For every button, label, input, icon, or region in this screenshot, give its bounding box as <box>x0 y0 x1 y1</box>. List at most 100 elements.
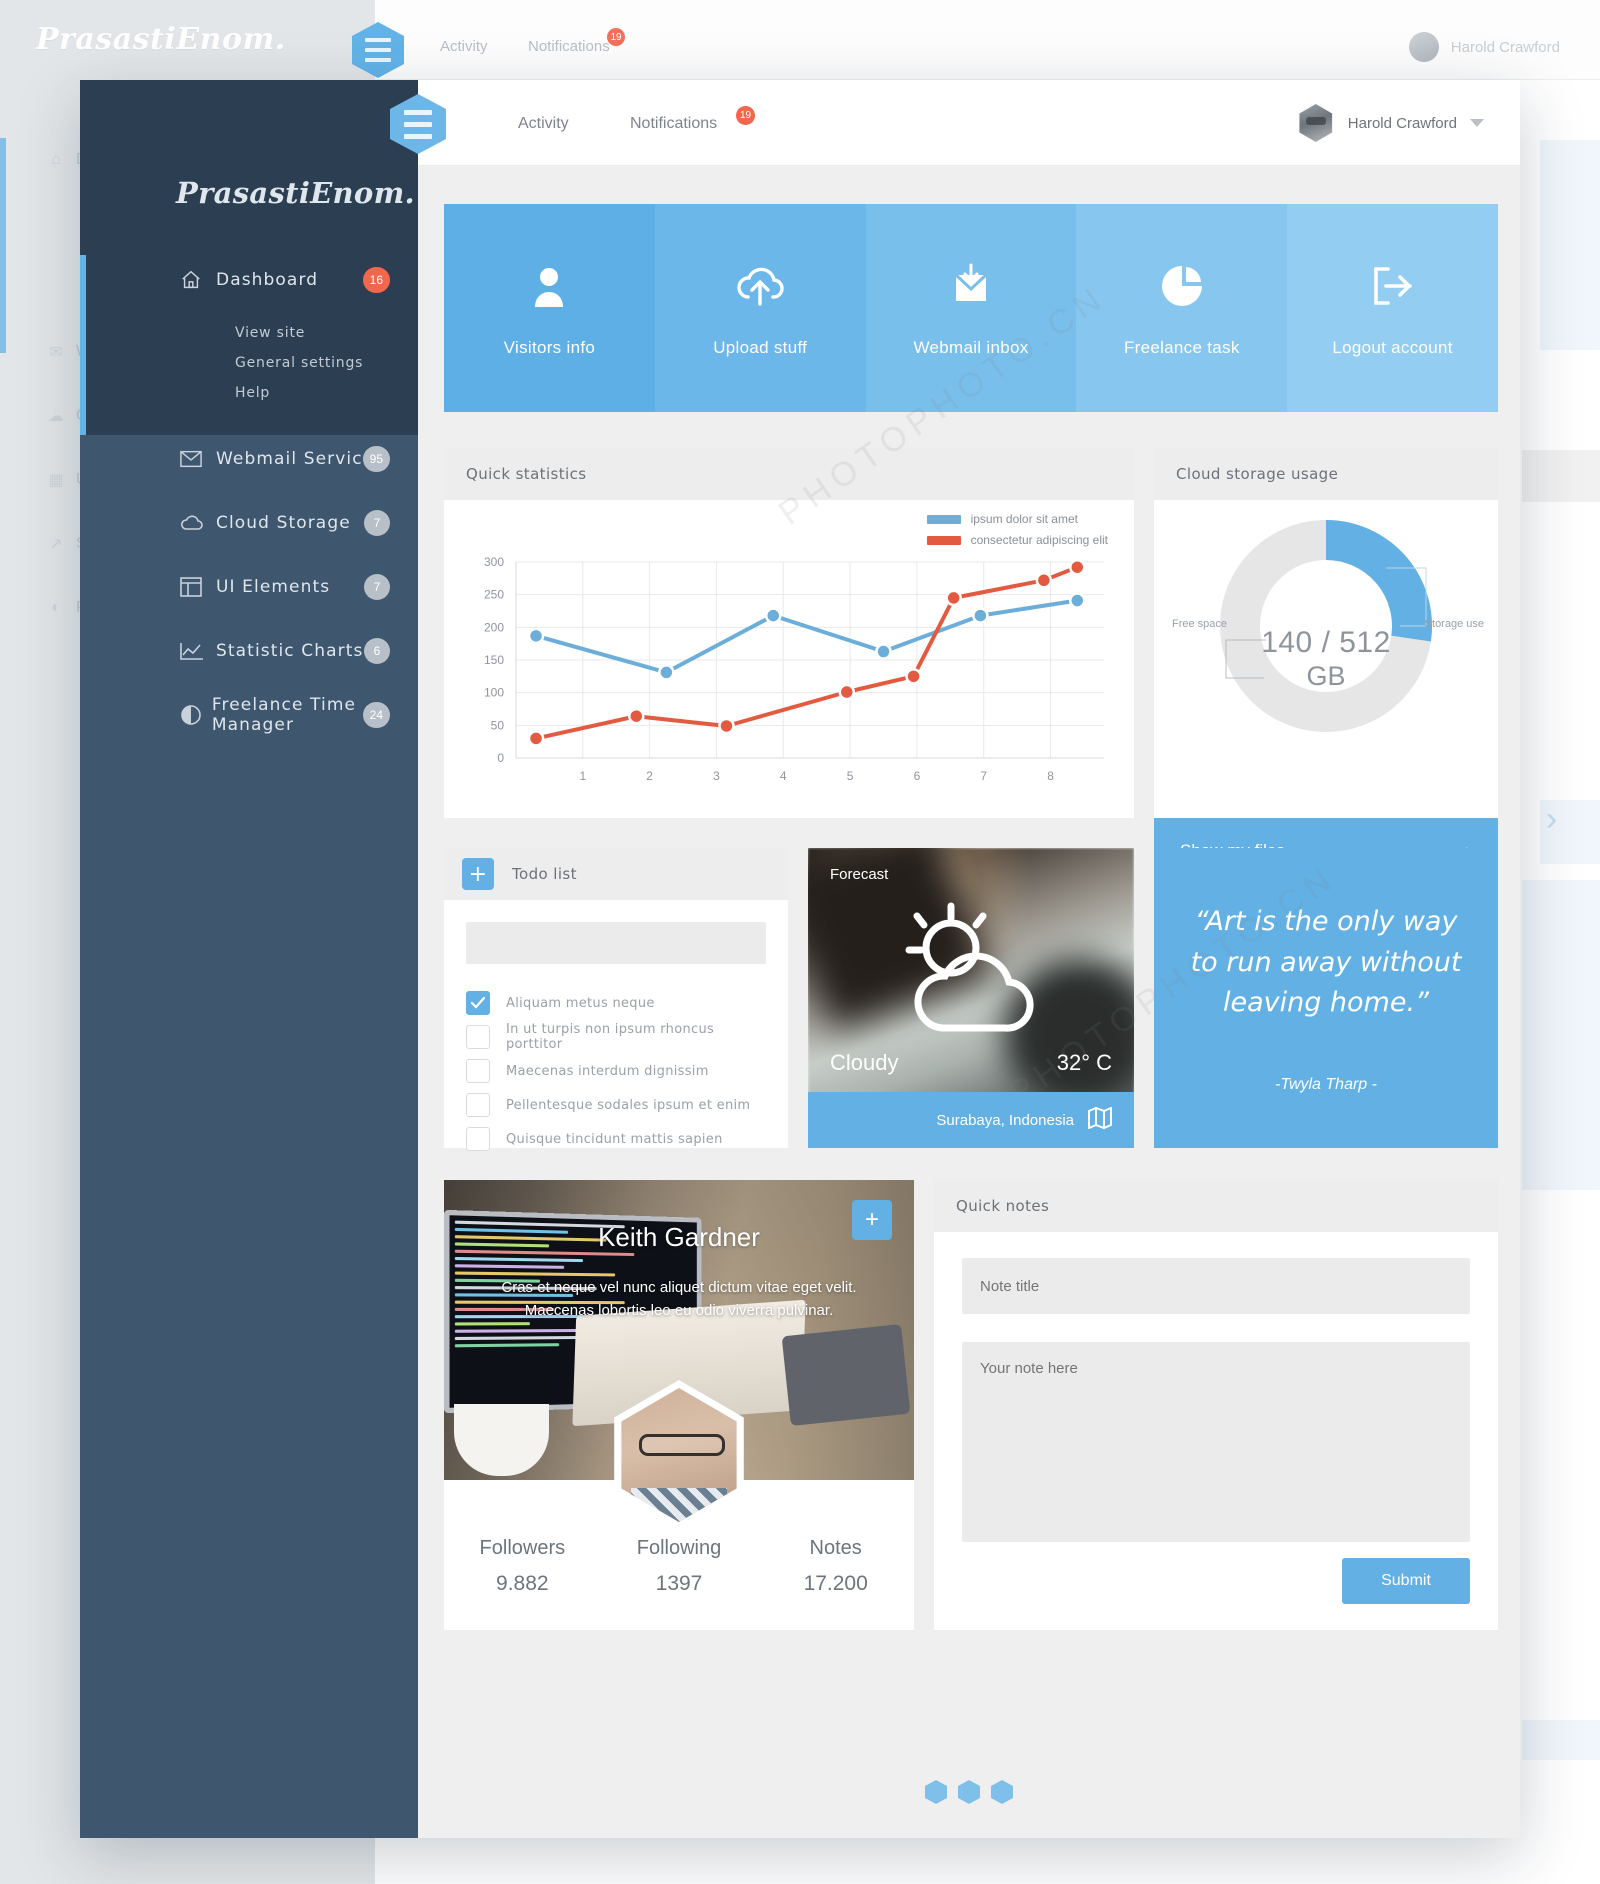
nav-link-activity[interactable]: Activity <box>518 115 569 133</box>
home-icon <box>180 269 216 291</box>
sidebar-item-dashboard[interactable]: Dashboard 16 <box>80 248 418 312</box>
pager-dot-3[interactable] <box>991 1780 1013 1804</box>
tile-label: Upload stuff <box>713 338 808 357</box>
app-window: PrasastiEnom. Dashboard 16 View site Gen… <box>80 80 1520 1838</box>
chart-legend: ipsum dolor sit amet consectetur adipisc… <box>926 512 1108 554</box>
ghost-notifications-badge: 19 <box>607 28 625 46</box>
label-storage-use: Storage use <box>1424 618 1484 630</box>
checkbox-icon[interactable] <box>466 1093 490 1117</box>
chevron-right-icon: › <box>1546 800 1558 838</box>
weather-location-bar[interactable]: Surabaya, Indonesia <box>808 1092 1134 1148</box>
notifications-badge: 19 <box>736 106 755 125</box>
todo-input[interactable] <box>466 922 766 964</box>
tile-label: Visitors info <box>503 338 596 357</box>
map-icon <box>1088 1106 1112 1133</box>
sidebar-item-statistic-charts[interactable]: Statistic Charts 6 <box>80 619 418 683</box>
pie-chart-icon <box>1154 258 1210 314</box>
chevron-down-icon <box>1470 119 1484 127</box>
stat-notes: Notes 17.200 <box>757 1537 914 1596</box>
todo-item[interactable]: Pellentesque sodales ipsum et enim <box>466 1088 766 1122</box>
user-menu[interactable]: Harold Crawford <box>1297 104 1484 142</box>
profile-card: + Keith Gardner Cras et neque vel nunc a… <box>444 1180 914 1630</box>
ghost-card-head <box>1522 450 1600 502</box>
tile-label: Freelance task <box>1123 338 1240 357</box>
sidebar-item-ui-elements[interactable]: UI Elements 7 <box>80 555 418 619</box>
checkbox-checked-icon[interactable] <box>466 991 490 1015</box>
line-chart-icon: ↗ <box>49 536 63 553</box>
svg-text:50: 50 <box>491 718 505 732</box>
weather-label: Forecast <box>830 866 889 883</box>
storage-used: 140 / 512 <box>1261 626 1391 660</box>
sidebar-item-webmail-service[interactable]: Webmail Service 95 <box>80 427 418 491</box>
note-title-input[interactable] <box>962 1258 1470 1314</box>
sidebar-item-freelance-time-manager[interactable]: Freelance Time Manager 24 <box>80 683 418 747</box>
profile-add-button[interactable]: + <box>852 1200 892 1240</box>
weather-location: Surabaya, Indonesia <box>936 1111 1074 1129</box>
mail-download-icon <box>943 258 999 314</box>
sidebar-item-label: Dashboard <box>216 270 319 290</box>
profile-name: Keith Gardner <box>598 1222 760 1252</box>
tile-upload-stuff[interactable]: Upload stuff <box>654 204 866 412</box>
todo-item-label: Aliquam metus neque <box>506 995 655 1011</box>
window-icon: ▦ <box>48 472 64 489</box>
pie-chart-icon: ◐ <box>51 599 61 616</box>
sidebar-item-label: Statistic Charts <box>216 641 364 661</box>
quick-statistics-chart: ipsum dolor sit amet consectetur adipisc… <box>444 500 1134 818</box>
todo-panel: + Todo list Aliquam metus neque In ut tur… <box>444 848 788 1151</box>
ghost-footer <box>1522 1720 1600 1760</box>
stat-key: Following <box>636 1537 722 1559</box>
svg-text:200: 200 <box>484 620 504 634</box>
nav-link-notifications[interactable]: Notifications <box>630 115 717 133</box>
tile-label: Webmail inbox <box>913 338 1029 357</box>
window-icon <box>180 577 216 597</box>
legend-swatch-blue <box>926 514 961 524</box>
stat-value: 9.882 <box>496 1572 549 1595</box>
todo-item[interactable]: In ut turpis non ipsum rhoncus porttitor <box>466 1020 766 1054</box>
cloud-storage-donut: 140 / 512 GB Free space Storage use <box>1154 500 1498 818</box>
tile-logout-account[interactable]: Logout account <box>1287 204 1498 412</box>
sidebar-item-cloud-storage[interactable]: Cloud Storage 7 <box>80 491 418 555</box>
avatar <box>1299 104 1333 142</box>
shortcut-tiles: Visitors info Upload stuff Webmail inbox… <box>444 204 1498 412</box>
user-icon <box>521 258 577 314</box>
note-body-textarea[interactable] <box>962 1342 1470 1542</box>
sidebar-subitem-view-site[interactable]: View site <box>235 325 305 341</box>
todo-header: + Todo list <box>444 848 788 900</box>
envelope-icon: ✉ <box>49 344 63 361</box>
todo-item[interactable]: Maecenas interdum dignissim <box>466 1054 766 1088</box>
pager-dot-1[interactable] <box>925 1780 947 1804</box>
tile-freelance-task[interactable]: Freelance task <box>1076 204 1288 412</box>
legend-label: ipsum dolor sit amet <box>970 512 1078 526</box>
todo-item[interactable]: Quisque tincidunt mattis sapien <box>466 1122 766 1156</box>
ghost-quote <box>1522 880 1600 1190</box>
pager-dot-2[interactable] <box>958 1780 980 1804</box>
topbar: Activity Notifications 19 Harold Crawfor… <box>390 80 1520 166</box>
svg-text:2: 2 <box>646 769 653 783</box>
quote-author: -Twyla Tharp - <box>1275 1075 1377 1093</box>
checkbox-icon[interactable] <box>466 1059 490 1083</box>
todo-add-button[interactable]: + <box>462 858 494 890</box>
sidebar-subitem-help[interactable]: Help <box>235 385 270 401</box>
pie-chart-icon <box>180 704 212 726</box>
svg-text:3: 3 <box>713 769 720 783</box>
pager <box>925 1780 1013 1804</box>
sidebar-badge-dashboard: 16 <box>362 267 390 293</box>
svg-text:1: 1 <box>579 769 586 783</box>
quick-notes-title: Quick notes <box>934 1180 1498 1232</box>
ghost-brand-logo: PrasastiEnom. <box>36 22 286 57</box>
stat-following: Following 1397 <box>601 1537 758 1596</box>
checkbox-icon[interactable] <box>466 1127 490 1151</box>
tile-webmail-inbox[interactable]: Webmail inbox <box>865 204 1077 412</box>
todo-item-label: Pellentesque sodales ipsum et enim <box>506 1097 751 1113</box>
checkbox-icon[interactable] <box>466 1025 490 1049</box>
sidebar-badge-charts: 6 <box>364 638 390 664</box>
storage-unit: GB <box>1306 660 1346 691</box>
profile-stats: Followers 9.882 Following 1397 Notes 17.… <box>444 1537 914 1596</box>
submit-button[interactable]: Submit <box>1342 1558 1470 1604</box>
cloud-icon <box>180 515 216 531</box>
todo-item[interactable]: Aliquam metus neque <box>466 986 766 1020</box>
sidebar-subitem-general-settings[interactable]: General settings <box>235 355 363 371</box>
tile-visitors-info[interactable]: Visitors info <box>444 204 655 412</box>
sidebar-badge-ui: 7 <box>364 574 390 600</box>
ghost-nav-activity: Activity <box>440 38 488 55</box>
